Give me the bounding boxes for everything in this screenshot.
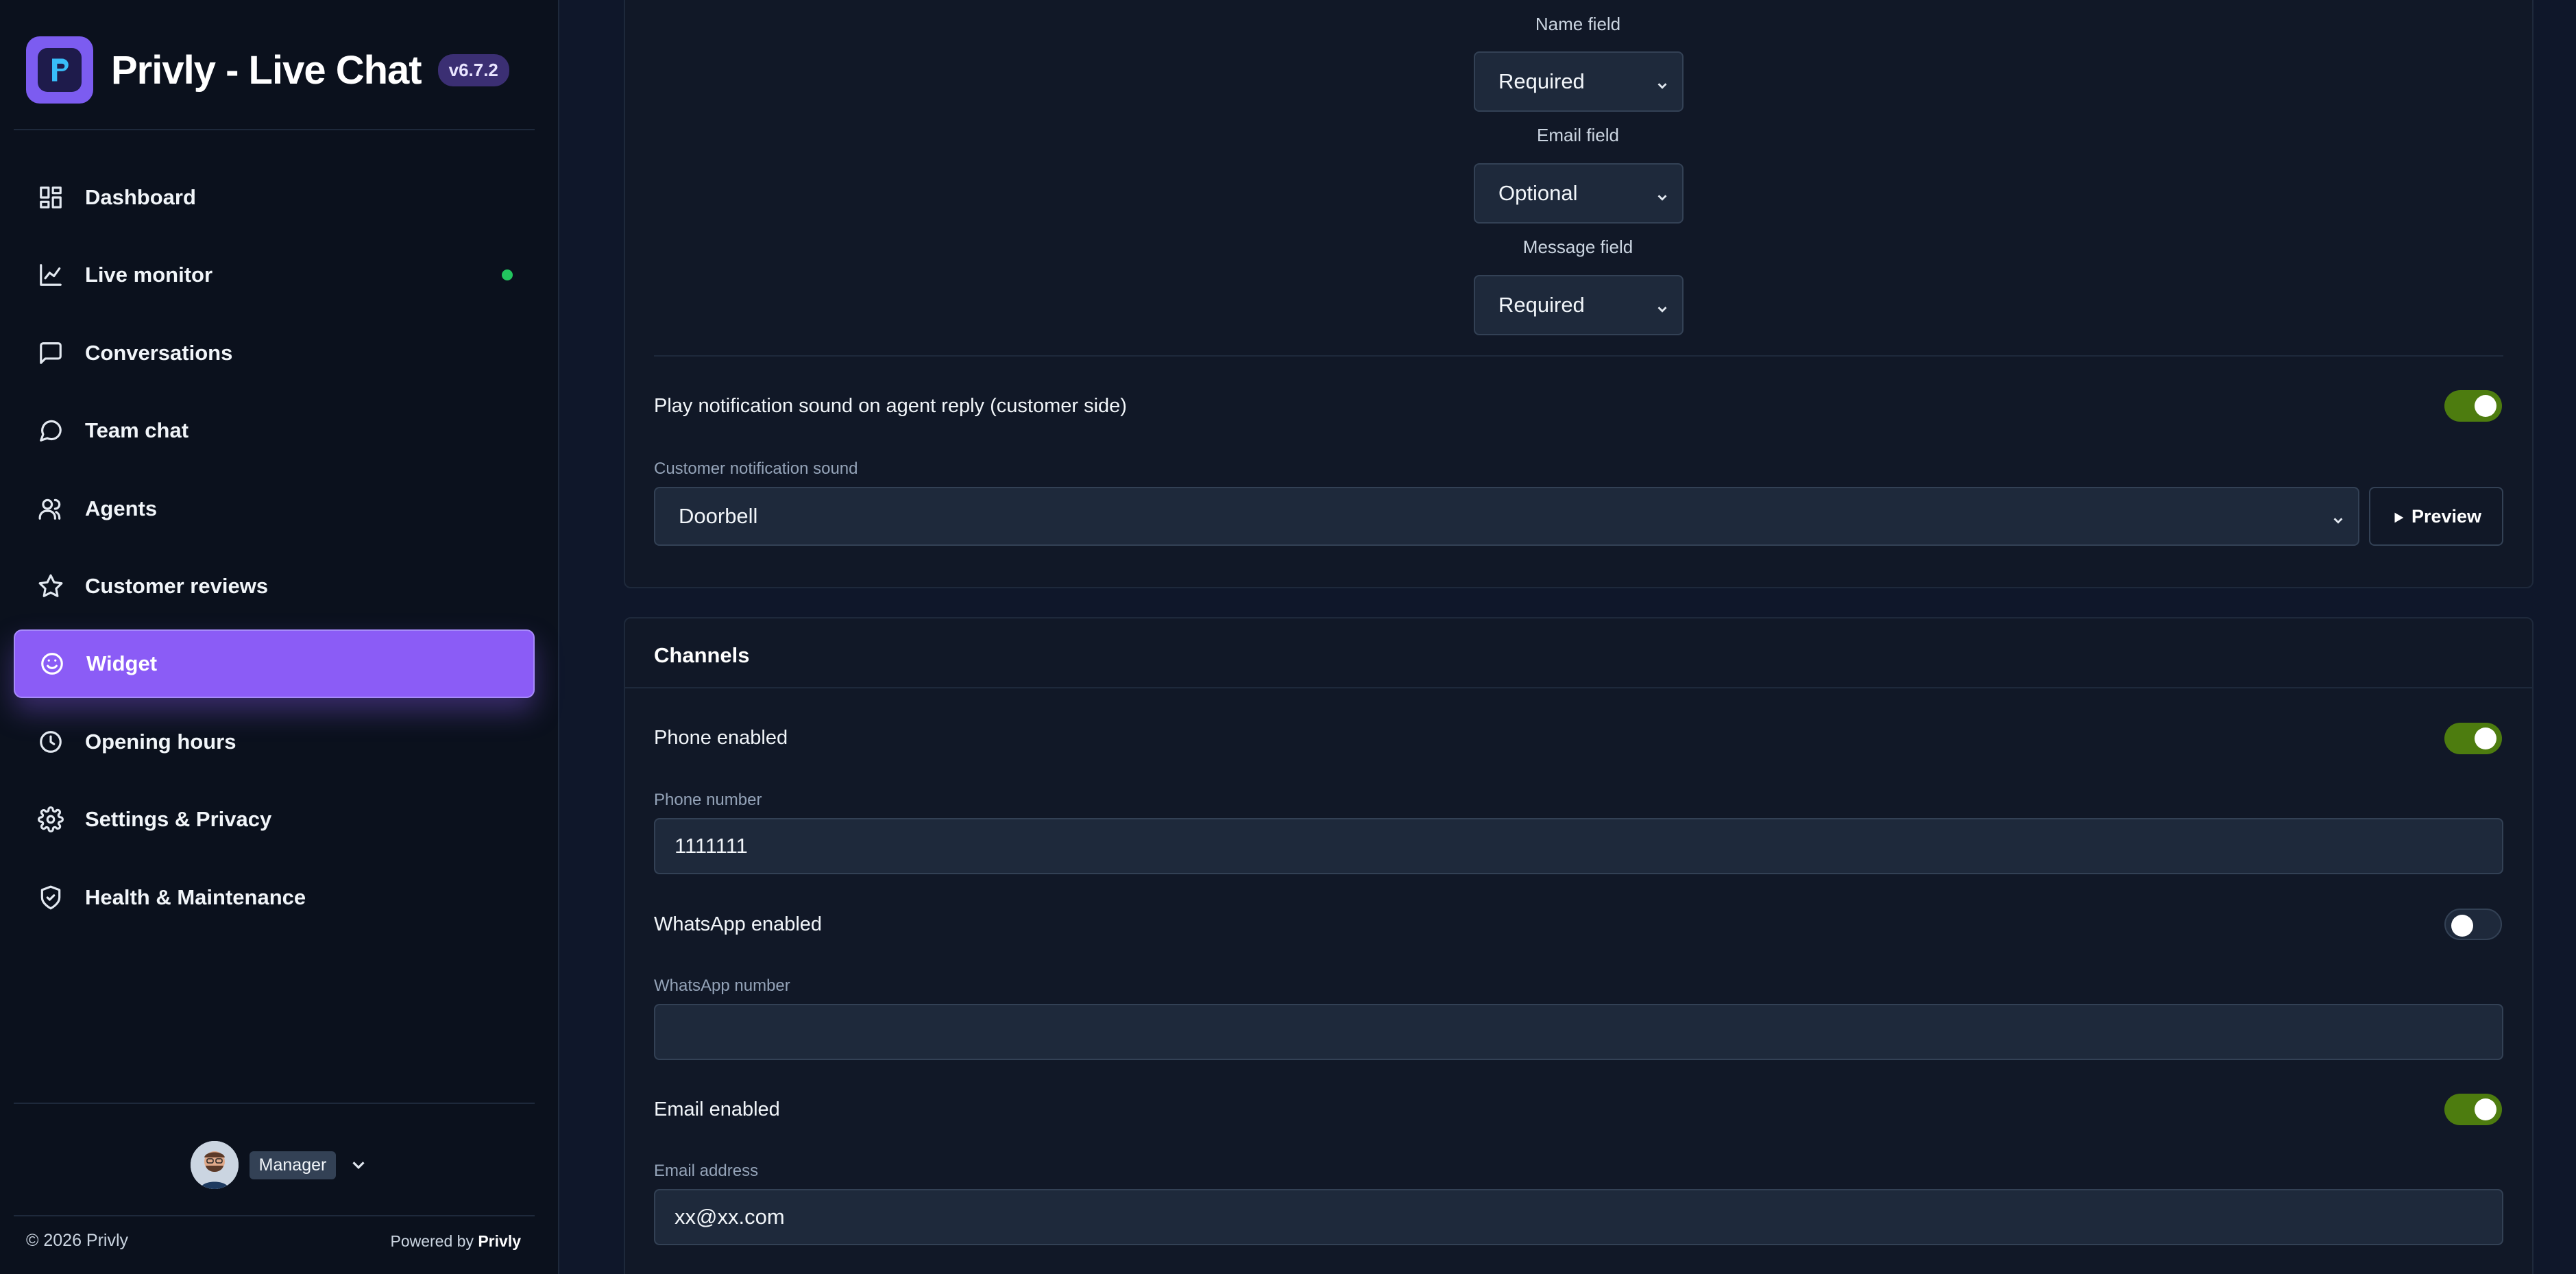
message-field-select[interactable]: Required — [1474, 275, 1684, 335]
email-address-value: xx@xx.com — [675, 1205, 785, 1229]
sidebar-item-label: Dashboard — [85, 185, 196, 209]
email-field-select[interactable]: Optional — [1474, 163, 1684, 224]
avatar[interactable] — [190, 1141, 239, 1189]
whatsapp-enabled-toggle[interactable] — [2444, 909, 2502, 940]
toggle-knob — [2475, 728, 2496, 749]
email-address-input[interactable]: xx@xx.com — [654, 1189, 2503, 1245]
app-title: Privly - Live Chat — [111, 47, 422, 93]
divider — [625, 687, 2532, 688]
chevron-down-icon — [1655, 298, 1670, 313]
chevron-down-icon[interactable] — [348, 1155, 369, 1175]
shield-check-icon — [37, 884, 64, 911]
version-badge: v6.7.2 — [437, 53, 509, 86]
phone-number-value: 1111111 — [675, 834, 748, 858]
sidebar-item-dashboard[interactable]: Dashboard — [14, 163, 535, 232]
notification-sound-toggle[interactable] — [2444, 390, 2502, 422]
powered-by-brand[interactable]: Privly — [478, 1232, 521, 1250]
gear-icon — [37, 806, 64, 833]
channels-card — [624, 617, 2534, 1274]
sidebar-item-customer-reviews[interactable]: Customer reviews — [14, 552, 535, 621]
live-status-dot — [502, 269, 513, 281]
chevron-down-icon — [2331, 509, 2346, 524]
sidebar-item-live-monitor[interactable]: Live monitor — [14, 241, 535, 309]
preview-button-label: Preview — [2411, 505, 2482, 527]
sidebar: Privly - Live Chat v6.7.2 Dashboard Live… — [0, 0, 559, 1274]
users-icon — [37, 495, 64, 522]
email-field-value: Optional — [1498, 181, 1578, 205]
whatsapp-number-input[interactable] — [654, 1004, 2503, 1060]
sidebar-item-label: Health & Maintenance — [85, 885, 306, 909]
name-field-label: Name field — [1535, 14, 1621, 34]
powered-by-text: Powered by Privly — [390, 1232, 521, 1251]
copyright-text: © 2026 Privly — [26, 1231, 129, 1250]
message-field-label: Message field — [1522, 237, 1633, 257]
sidebar-item-opening-hours[interactable]: Opening hours — [14, 708, 535, 776]
message-circle-icon — [37, 417, 64, 444]
divider — [654, 355, 2503, 357]
sidebar-item-team-chat[interactable]: Team chat — [14, 396, 535, 465]
sidebar-item-label: Opening hours — [85, 729, 236, 754]
sidebar-item-agents[interactable]: Agents — [14, 474, 535, 543]
whatsapp-enabled-label: WhatsApp enabled — [654, 913, 823, 935]
sidebar-item-label: Widget — [86, 651, 158, 676]
customer-notification-sound-label: Customer notification sound — [654, 459, 858, 478]
name-field-value: Required — [1498, 69, 1585, 93]
notification-sound-toggle-label: Play notification sound on agent reply (… — [654, 395, 1127, 417]
divider — [14, 129, 535, 130]
sidebar-item-label: Settings & Privacy — [85, 807, 272, 832]
smile-icon — [38, 650, 66, 677]
sidebar-item-label: Live monitor — [85, 263, 213, 287]
customer-notification-sound-select[interactable]: Doorbell — [654, 487, 2359, 546]
email-enabled-label: Email enabled — [654, 1098, 780, 1120]
email-enabled-toggle[interactable] — [2444, 1094, 2502, 1125]
sidebar-item-widget[interactable]: Widget — [14, 629, 535, 699]
brand[interactable]: Privly - Live Chat v6.7.2 — [26, 36, 509, 104]
sidebar-item-label: Customer reviews — [85, 573, 269, 598]
toggle-knob — [2451, 915, 2473, 937]
phone-enabled-label: Phone enabled — [654, 727, 788, 749]
sidebar-item-label: Conversations — [85, 340, 233, 365]
phone-number-label: Phone number — [654, 791, 762, 809]
message-field-value: Required — [1498, 293, 1585, 317]
toggle-knob — [2475, 395, 2496, 417]
user-menu[interactable]: Manager — [0, 1141, 559, 1189]
channels-title: Channels — [654, 643, 750, 667]
sidebar-item-label: Team chat — [85, 418, 189, 443]
phone-enabled-toggle[interactable] — [2444, 723, 2502, 754]
preview-sound-button[interactable]: Preview — [2369, 487, 2503, 546]
user-role-badge: Manager — [249, 1151, 337, 1179]
sidebar-item-health-maintenance[interactable]: Health & Maintenance — [14, 863, 535, 932]
name-field-select[interactable]: Required — [1474, 51, 1684, 112]
sidebar-nav: Dashboard Live monitor Conversations Tea… — [14, 163, 535, 941]
powered-by-prefix: Powered by — [390, 1232, 474, 1250]
dashboard-grid-icon — [37, 184, 64, 211]
play-icon — [2391, 509, 2406, 524]
message-square-icon — [37, 339, 64, 367]
chart-line-icon — [37, 261, 64, 289]
customer-notification-sound-value: Doorbell — [679, 504, 758, 528]
chevron-down-icon — [1655, 186, 1670, 201]
email-field-label: Email field — [1537, 125, 1619, 145]
phone-number-input[interactable]: 1111111 — [654, 818, 2503, 874]
divider — [14, 1215, 535, 1216]
whatsapp-number-label: WhatsApp number — [654, 976, 790, 995]
star-icon — [37, 573, 64, 600]
email-address-label: Email address — [654, 1162, 759, 1180]
clock-icon — [37, 728, 64, 756]
sidebar-item-label: Agents — [85, 496, 158, 520]
sidebar-item-conversations[interactable]: Conversations — [14, 319, 535, 387]
app-logo-icon — [26, 36, 93, 104]
divider — [14, 1103, 535, 1104]
toggle-knob — [2475, 1098, 2496, 1120]
chevron-down-icon — [1655, 74, 1670, 89]
sidebar-item-settings-privacy[interactable]: Settings & Privacy — [14, 785, 535, 854]
